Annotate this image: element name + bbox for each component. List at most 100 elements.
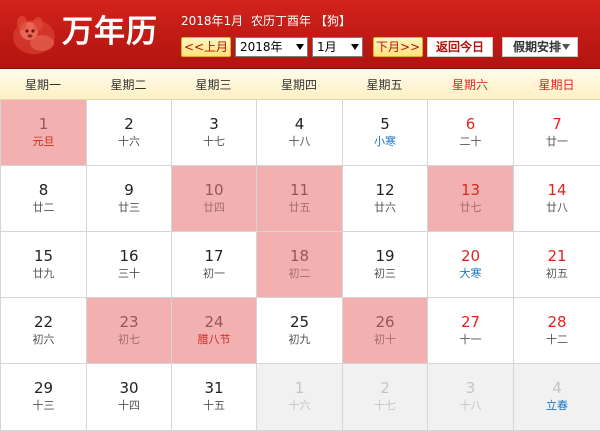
day-number: 28: [547, 313, 567, 331]
day-cell[interactable]: 23 初七: [87, 298, 172, 364]
day-cell[interactable]: 21 初五: [514, 232, 600, 298]
month-select-value: 1月: [317, 40, 337, 54]
lunar-date-label: 初一: [203, 267, 225, 280]
chevron-down-icon: [351, 44, 359, 50]
day-cell[interactable]: 13 廿七: [428, 166, 514, 232]
lunar-date-label: 十七: [203, 135, 225, 148]
next-month-day-cell[interactable]: 1 十六: [257, 364, 343, 431]
next-month-button[interactable]: 下月>>: [373, 37, 423, 57]
day-cell[interactable]: 6 二十: [428, 100, 514, 166]
weekday-label: 星期二: [110, 78, 147, 92]
day-cell[interactable]: 30 十四: [87, 364, 172, 431]
day-cell[interactable]: 9 廿三: [87, 166, 172, 232]
day-cell[interactable]: 2 十六: [87, 100, 172, 166]
day-cell[interactable]: 28 十二: [514, 298, 600, 364]
day-cell[interactable]: 12 廿六: [343, 166, 428, 232]
day-number: 16: [119, 247, 139, 265]
lunar-date-label: 廿九: [32, 267, 55, 280]
lunar-date-label: 廿八: [546, 201, 568, 214]
day-number: 1: [38, 115, 49, 133]
year-select[interactable]: 2018年: [235, 37, 308, 57]
day-cell[interactable]: 7 廿一: [514, 100, 600, 166]
day-number: 5: [380, 115, 390, 133]
day-number: 18: [289, 247, 310, 265]
day-number: 2: [380, 379, 390, 397]
day-cell[interactable]: 22 初六: [1, 298, 87, 364]
back-to-today-button[interactable]: 返回今日: [427, 37, 493, 57]
day-cell[interactable]: 3 十七: [172, 100, 257, 166]
month-select[interactable]: 1月: [312, 37, 363, 57]
day-cell[interactable]: 4 十八: [257, 100, 343, 166]
lunar-date-label: 初七: [118, 333, 140, 346]
lunar-date-label: 十二: [546, 333, 568, 346]
lunar-date-label: 初九: [288, 333, 311, 346]
lunar-date-label: 十五: [203, 399, 225, 412]
lunar-date-label: 廿一: [546, 135, 568, 148]
day-number: 29: [33, 379, 54, 397]
festival-label: 元旦: [32, 135, 55, 148]
day-number: 14: [547, 181, 567, 199]
lunar-date-label: 廿四: [203, 201, 225, 214]
lunar-year-label: 农历丁酉年: [251, 14, 312, 28]
dog-mascot-icon: [13, 16, 55, 54]
day-cell[interactable]: 8 廿二: [1, 166, 87, 232]
lunar-date-label: 初三: [374, 267, 396, 280]
weekday-header-row: 星期一 星期二 星期三 星期四 星期五 星期六 星期日: [0, 70, 600, 100]
lunar-date-label: 二十: [459, 135, 482, 148]
day-number: 22: [33, 313, 54, 331]
lunar-date-label: 廿七: [459, 201, 482, 214]
lunar-date-label: 十三: [32, 399, 55, 412]
day-cell[interactable]: 15 廿九: [1, 232, 87, 298]
lunar-date-label: 三十: [118, 267, 140, 280]
day-cell[interactable]: 26 初十: [343, 298, 428, 364]
solar-term-label: 立春: [546, 399, 568, 412]
day-number: 15: [33, 247, 54, 265]
day-number: 6: [465, 115, 476, 133]
weekday-label: 星期日: [538, 78, 575, 92]
weekday-label: 星期五: [366, 78, 403, 92]
day-number: 19: [375, 247, 395, 265]
day-cell[interactable]: 29 十三: [1, 364, 87, 431]
day-cell[interactable]: 27 十一: [428, 298, 514, 364]
current-date-info: 2018年1月 农历丁酉年 【狗】: [181, 13, 355, 29]
festival-label: 腊八节: [197, 333, 231, 346]
day-cell[interactable]: 31 十五: [172, 364, 257, 431]
prev-month-button[interactable]: <<上月: [181, 37, 231, 57]
lunar-date-label: 廿二: [32, 201, 55, 214]
lunar-date-label: 十八: [459, 399, 482, 412]
weekday-label: 星期六: [451, 78, 488, 92]
day-cell[interactable]: 5 小寒: [343, 100, 428, 166]
lunar-date-label: 初二: [288, 267, 311, 280]
day-cell[interactable]: 19 初三: [343, 232, 428, 298]
calendar-grid: 1 元旦 2 十六 3 十七 4 十八 5 小寒 6 二十 7 廿一 8 廿二 9 廿三 10 廿四 11 廿五 12 廿六 1…: [0, 100, 600, 431]
day-number: 25: [289, 313, 310, 331]
day-cell[interactable]: 10 廿四: [172, 166, 257, 232]
day-cell[interactable]: 24 腊八节: [172, 298, 257, 364]
weekday-label: 星期四: [280, 78, 317, 92]
day-cell[interactable]: 17 初一: [172, 232, 257, 298]
lunar-date-label: 初六: [32, 333, 55, 346]
day-number: 23: [119, 313, 139, 331]
zodiac-label: 【狗】: [315, 14, 352, 28]
day-cell[interactable]: 1 元旦: [1, 100, 87, 166]
day-number: 11: [289, 181, 310, 199]
brand-title: 万年历: [62, 14, 158, 50]
day-number: 4: [294, 115, 305, 133]
holiday-schedule-dropdown[interactable]: 假期安排: [502, 37, 578, 57]
lunar-date-label: 十八: [288, 135, 311, 148]
lunar-date-label: 廿三: [118, 201, 140, 214]
day-cell[interactable]: 16 三十: [87, 232, 172, 298]
day-cell[interactable]: 20 大寒: [428, 232, 514, 298]
lunar-date-label: 十六: [288, 399, 311, 412]
next-month-day-cell[interactable]: 3 十八: [428, 364, 514, 431]
next-month-day-cell[interactable]: 4 立春: [514, 364, 600, 431]
day-cell[interactable]: 18 初二: [257, 232, 343, 298]
day-cell[interactable]: 11 廿五: [257, 166, 343, 232]
day-cell[interactable]: 25 初九: [257, 298, 343, 364]
next-month-day-cell[interactable]: 2 十七: [343, 364, 428, 431]
day-number: 4: [552, 379, 562, 397]
weekday-label: 星期三: [195, 78, 232, 92]
day-cell[interactable]: 14 廿八: [514, 166, 600, 232]
day-number: 12: [375, 181, 395, 199]
lunar-date-label: 廿五: [288, 201, 311, 214]
